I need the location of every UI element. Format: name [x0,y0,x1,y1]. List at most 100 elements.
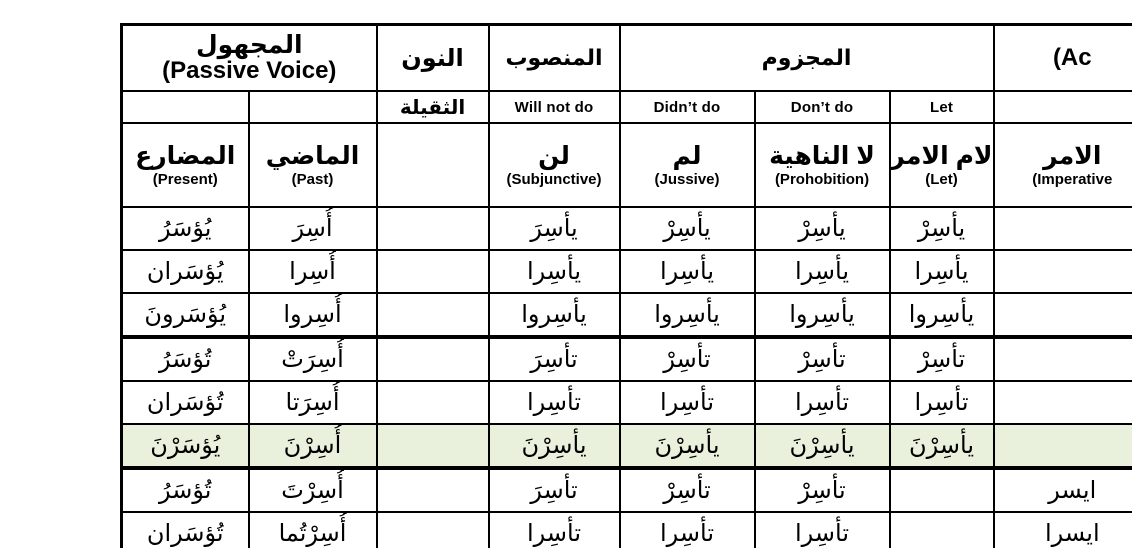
cell-row-1-noon [375,206,490,251]
group-header-passive: المجهول (Passive Voice) [120,23,378,92]
cell-row-7-prohibition: تأسِرْ [753,467,891,513]
table-row: يُؤسَران أُسِرا يأسِرا يأسِرا يأسِرا يأسِرا [120,249,1132,294]
mood-let-english: (Let) [925,170,958,188]
cell-row-8-subjunctive: تأسِرا [487,511,621,548]
cell-row-6-noon [375,423,490,470]
cell-row-6-prohibition: يأسِرْنَ [753,423,891,470]
cell-row-7-past: أُسِرْتَ [247,467,378,513]
cell-row-7-imperative: ايسر [992,467,1132,513]
cell-row-3-jussive: يأسِروا [618,292,756,339]
mood-past-arabic: الماضي [265,141,360,170]
cell-row-8-prohibition: تأسِرا [753,511,891,548]
table-body: يُؤسَرُ أُسِرَ يأسِرَ يأسِرْ يأسِرْ يأسِرْ يُؤ… [120,206,1132,548]
cell-row-5-present: تُؤسَران [120,380,250,425]
table-row: يُؤسَرْنَ أُسِرْنَ يأسِرْنَ يأسِرْنَ يأسِرْن… [120,423,1132,470]
mood-prohibition: لا الناهية (Prohobition) [753,122,891,208]
cell-row-1-imperative [992,206,1132,251]
cell-row-1-let: يأسِرْ [888,206,995,251]
cell-row-2-imperative [992,249,1132,294]
table-row: تُؤسَرُ أُسِرْتَ تأسِرَ تأسِرْ تأسِرْ ايسر [120,467,1132,513]
cell-row-2-subjunctive: يأسِرا [487,249,621,294]
cell-row-6-jussive: يأسِرْنَ [618,423,756,470]
cell-row-8-imperative: ايسرا [992,511,1132,548]
cell-row-2-noon [375,249,490,294]
cell-row-6-present: يُؤسَرْنَ [120,423,250,470]
cell-row-6-let: يأسِرْنَ [888,423,995,470]
cell-row-6-past: أُسِرْنَ [247,423,378,470]
mood-let-arabic: لام الامر [890,141,993,170]
mood-row: المضارع (Present) الماضي (Past) لن (Subj… [120,122,1132,208]
mood-subjunctive-arabic: لن [538,141,570,170]
mood-imperative-arabic: الامر [1043,141,1102,170]
cell-row-7-subjunctive: تأسِرَ [487,467,621,513]
group-header-mansoub: المنصوب [487,23,621,92]
group-title-row: المجهول (Passive Voice) النون المنصوب ال… [120,23,1132,92]
mood-past: الماضي (Past) [247,122,378,208]
band-noon-thaqila-label: الثقيلة [399,96,466,119]
cell-row-8-present: تُؤسَران [120,511,250,548]
cell-row-3-noon [375,292,490,339]
group-header-noon-arabic: النون [401,44,464,72]
cell-row-2-past: أُسِرا [247,249,378,294]
cell-row-1-prohibition: يأسِرْ [753,206,891,251]
table-row: يُؤسَرونَ أُسِروا يأسِروا يأسِروا يأسِروا يأس… [120,292,1132,339]
cell-row-2-present: يُؤسَران [120,249,250,294]
cell-row-4-past: أُسِرَتْ [247,336,378,382]
cell-row-8-jussive: تأسِرا [618,511,756,548]
band-let: Let [888,90,995,124]
cell-row-6-subjunctive: يأسِرْنَ [487,423,621,470]
mood-imperative: الامر (Imperative [992,122,1132,208]
cell-row-7-jussive: تأسِرْ [618,467,756,513]
table-row: تُؤسَران أُسِرَتا تأسِرا تأسِرا تأسِرا تأسِرا [120,380,1132,425]
group-header-passive-english: (Passive Voice) [162,56,337,84]
group-header-majzoom: المجزوم [618,23,995,92]
band-row: الثقيلة Will not do Didn’t do Don’t do L… [120,90,1132,124]
mood-prohibition-english: (Prohobition) [774,170,870,188]
cell-row-4-prohibition: تأسِرْ [753,336,891,382]
cell-row-4-imperative [992,336,1132,382]
group-header-noon: النون [375,23,490,92]
cell-row-2-prohibition: يأسِرا [753,249,891,294]
cell-row-3-subjunctive: يأسِروا [487,292,621,339]
cell-row-7-noon [375,467,490,513]
mood-past-english: (Past) [291,170,334,188]
band-didnt-do: Didn’t do [618,90,756,124]
group-header-passive-arabic: المجهول [195,30,303,59]
cell-row-3-past: أُسِروا [247,292,378,339]
band-dont-do: Don’t do [753,90,891,124]
cell-row-5-let: تأسِرا [888,380,995,425]
mood-imperative-english: (Imperative [1032,170,1113,188]
cell-row-5-subjunctive: تأسِرا [487,380,621,425]
cell-row-4-let: تأسِرْ [888,336,995,382]
cell-row-1-subjunctive: يأسِرَ [487,206,621,251]
band-spacer-passive-past [247,91,378,124]
band-noon-thaqila: الثقيلة [375,90,490,124]
cell-row-4-subjunctive: تأسِرَ [487,336,621,382]
cell-row-3-imperative [992,292,1132,339]
cell-row-1-past: أُسِرَ [247,206,378,251]
cell-row-4-jussive: تأسِرْ [618,336,756,382]
cell-row-3-prohibition: يأسِروا [753,292,891,339]
table-header: المجهول (Passive Voice) النون المنصوب ال… [120,23,1132,208]
band-spacer-active [992,90,1132,124]
cell-row-4-noon [375,336,490,382]
cell-row-7-present: تُؤسَرُ [120,467,250,513]
mood-noon-blank [375,122,490,208]
mood-present: المضارع (Present) [120,122,250,208]
mood-subjunctive: لن (Subjunctive) [487,122,621,208]
table-row: تُؤسَران أُسِرْتُما تأسِرا تأسِرا تأسِرا ايسر… [120,511,1132,548]
mood-prohibition-arabic: لا الناهية [769,141,875,170]
screenshot-stage: المجهول (Passive Voice) النون المنصوب ال… [0,0,1132,548]
band-will-not-do: Will not do [487,90,621,124]
cell-row-3-let: يأسِروا [888,292,995,339]
group-header-majzoom-arabic: المجزوم [761,45,852,71]
table-row: تُؤسَرُ أُسِرَتْ تأسِرَ تأسِرْ تأسِرْ تأسِرْ [120,336,1132,382]
cell-row-4-present: تُؤسَرُ [120,336,250,382]
mood-subjunctive-english: (Subjunctive) [506,170,602,188]
cell-row-2-jussive: يأسِرا [618,249,756,294]
table-row: يُؤسَرُ أُسِرَ يأسِرَ يأسِرْ يأسِرْ يأسِرْ [120,206,1132,251]
mood-jussive-arabic: لم [672,141,702,170]
cell-row-6-imperative [992,423,1132,470]
cell-row-8-noon [375,511,490,548]
group-header-active: (Ac [992,23,1132,92]
